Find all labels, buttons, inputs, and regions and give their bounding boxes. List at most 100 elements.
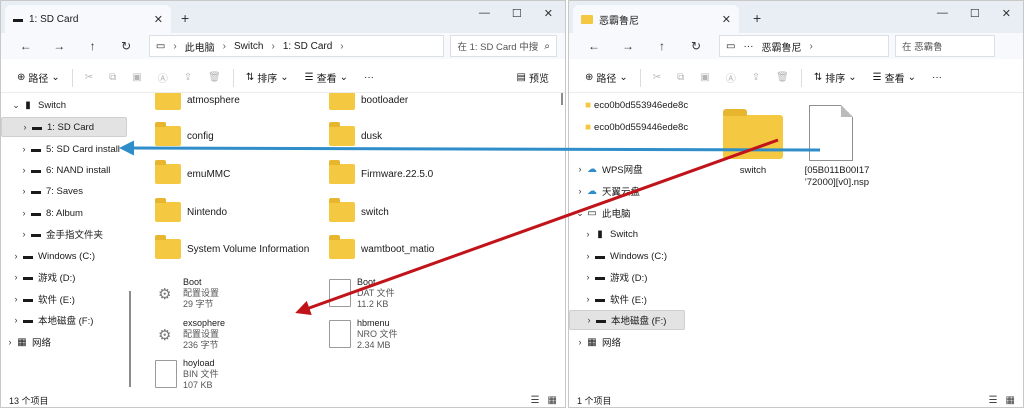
chevron-right-icon[interactable]: › xyxy=(583,251,593,261)
chevron-right-icon[interactable]: › xyxy=(5,337,15,347)
copy-icon[interactable]: ⧉ xyxy=(101,65,124,91)
breadcrumb-overflow[interactable]: ··· xyxy=(743,41,753,52)
file-item[interactable]: hoyload BIN 文件 107 KB xyxy=(155,357,219,391)
maximize-icon[interactable]: ☐ xyxy=(512,7,522,20)
nav-item-3[interactable]: › ☁ 天翼云盘 xyxy=(569,181,685,201)
chevron-right-icon[interactable]: › xyxy=(583,294,593,304)
nav-item-0[interactable]: ⌄ ▮ Switch xyxy=(1,95,127,115)
folder-item[interactable]: wamtboot_matio xyxy=(329,234,434,264)
switch-folder-label[interactable]: switch xyxy=(723,165,783,177)
minimize-icon[interactable]: — xyxy=(937,7,948,20)
folder-item[interactable]: dusk xyxy=(329,121,382,151)
file-item[interactable]: Boot DAT 文件 11.2 KB xyxy=(329,276,395,310)
chevron-right-icon[interactable]: › xyxy=(584,315,594,325)
folder-item[interactable]: emuMMC xyxy=(155,159,230,189)
delete-icon[interactable]: 🗑 xyxy=(768,65,797,91)
chevron-right-icon[interactable]: › xyxy=(11,315,21,325)
chevron-right-icon[interactable]: › xyxy=(19,186,29,196)
chevron-down-icon[interactable]: ⌄ xyxy=(575,208,585,219)
nav-item-1[interactable]: ■ eco0b0d559446ede8c xyxy=(569,117,688,137)
view-button[interactable]: ☰ 查看 ⌄ xyxy=(865,65,924,91)
folder-item[interactable]: Nintendo xyxy=(155,197,227,227)
tab-folder[interactable]: 恶霸鲁尼 ✕ xyxy=(573,5,739,33)
up-icon[interactable]: ↑ xyxy=(76,39,109,53)
tiles-view-icon[interactable]: ▦ xyxy=(1006,395,1015,406)
close-tab-icon[interactable]: ✕ xyxy=(722,13,731,26)
copy-icon[interactable]: ⧉ xyxy=(669,65,692,91)
nav-item-9[interactable]: › ▬ 软件 (E:) xyxy=(1,289,127,309)
nsp-file-icon[interactable] xyxy=(809,105,853,161)
sort-button[interactable]: ⇅ 排序 ⌄ xyxy=(806,65,865,91)
minimize-icon[interactable]: — xyxy=(479,7,490,20)
cut-icon[interactable]: ✂ xyxy=(77,65,101,91)
close-window-icon[interactable]: ✕ xyxy=(1002,7,1011,20)
nav-item-9[interactable]: › ▬ 本地磁盘 (F:) xyxy=(569,310,685,330)
search-input[interactable]: 在 1: SD Card 中搜 ⌕ xyxy=(450,35,557,57)
address-bar[interactable]: ▭ ··· 恶霸鲁尼 › xyxy=(719,35,889,57)
back-icon[interactable]: ← xyxy=(9,39,42,53)
scrollbar[interactable] xyxy=(129,291,131,387)
nav-item-0[interactable]: ■ eco0b0d553946ede8c xyxy=(569,95,688,115)
path-button[interactable]: ⊕ 路径 ⌄ xyxy=(577,65,636,91)
scrollbar[interactable] xyxy=(561,93,563,105)
nav-item-8[interactable]: › ▬ 软件 (E:) xyxy=(569,289,685,309)
folder-item[interactable]: config xyxy=(155,121,214,151)
nav-item-10[interactable]: › ▦ 网络 xyxy=(569,332,685,352)
breadcrumb-this-pc[interactable]: 此电脑 xyxy=(185,39,215,54)
nav-item-4[interactable]: › ▬ 7: Saves xyxy=(1,181,127,201)
chevron-right-icon[interactable]: › xyxy=(19,229,29,239)
folder-item[interactable]: switch xyxy=(329,197,389,227)
nav-item-6[interactable]: › ▬ Windows (C:) xyxy=(569,246,685,266)
maximize-icon[interactable]: ☐ xyxy=(970,7,980,20)
chevron-right-icon[interactable]: › xyxy=(19,144,29,154)
chevron-right-icon[interactable]: › xyxy=(575,164,585,174)
refresh-icon[interactable]: ↻ xyxy=(109,39,142,53)
nsp-file-label[interactable]: [05B011B00I17 '72000][v0].nsp xyxy=(789,165,885,189)
folder-item[interactable]: bootloader xyxy=(329,93,408,115)
folder-item[interactable]: atmosphere xyxy=(155,93,240,115)
tiles-view-icon[interactable]: ▦ xyxy=(548,395,557,406)
nav-item-6[interactable]: › ▬ 金手指文件夹 xyxy=(1,224,127,244)
nav-item-2[interactable]: › ☁ WPS网盘 xyxy=(569,159,685,179)
chevron-right-icon[interactable]: › xyxy=(11,272,21,282)
back-icon[interactable]: ← xyxy=(577,39,611,53)
cut-icon[interactable]: ✂ xyxy=(645,65,669,91)
close-tab-icon[interactable]: ✕ xyxy=(154,13,163,26)
breadcrumb-sd-card[interactable]: 1: SD Card xyxy=(283,41,332,52)
chevron-right-icon[interactable]: › xyxy=(19,165,29,175)
share-icon[interactable]: ⇪ xyxy=(176,65,200,91)
chevron-right-icon[interactable]: › xyxy=(575,186,585,196)
view-button[interactable]: ☰ 查看 ⌄ xyxy=(297,65,356,91)
breadcrumb-folder[interactable]: 恶霸鲁尼 xyxy=(761,39,801,54)
forward-icon[interactable]: → xyxy=(42,39,75,53)
path-button[interactable]: ⊕ 路径 ⌄ xyxy=(9,65,68,91)
chevron-down-icon[interactable]: ⌄ xyxy=(11,100,21,111)
nav-item-2[interactable]: › ▬ 5: SD Card install xyxy=(1,139,127,159)
tab-sd-card[interactable]: ▬ 1: SD Card ✕ xyxy=(5,5,171,33)
folder-item[interactable]: Firmware.22.5.0 xyxy=(329,159,433,189)
nav-item-10[interactable]: › ▬ 本地磁盘 (F:) xyxy=(1,310,127,330)
sort-button[interactable]: ⇅ 排序 ⌄ xyxy=(238,65,297,91)
nav-item-1[interactable]: › ▬ 1: SD Card xyxy=(1,117,127,137)
chevron-right-icon[interactable]: › xyxy=(11,251,21,261)
details-view-icon[interactable]: ☰ xyxy=(531,395,540,406)
chevron-right-icon[interactable]: › xyxy=(11,294,21,304)
switch-folder-icon[interactable] xyxy=(723,109,783,159)
rename-icon[interactable]: Ⓐ xyxy=(718,65,744,91)
nav-item-5[interactable]: › ▬ 8: Album xyxy=(1,203,127,223)
nav-item-11[interactable]: › ▦ 网络 xyxy=(1,332,127,352)
chevron-right-icon[interactable]: › xyxy=(575,337,585,347)
up-icon[interactable]: ↑ xyxy=(645,39,679,53)
details-view-icon[interactable]: ☰ xyxy=(989,395,998,406)
file-item[interactable]: ⚙ Boot 配置设置 29 字节 xyxy=(155,276,219,310)
more-button[interactable]: ··· xyxy=(356,65,382,91)
paste-icon[interactable]: ▣ xyxy=(124,65,149,91)
search-input[interactable]: 在 恶霸鲁 xyxy=(895,35,995,57)
address-bar[interactable]: ▭ › 此电脑 › Switch › 1: SD Card › xyxy=(148,35,445,57)
nav-item-5[interactable]: › ▮ Switch xyxy=(569,224,685,244)
close-window-icon[interactable]: ✕ xyxy=(544,7,553,20)
rename-icon[interactable]: Ⓐ xyxy=(150,65,176,91)
paste-icon[interactable]: ▣ xyxy=(692,65,717,91)
preview-button[interactable]: ▤ 预览 xyxy=(509,65,557,91)
nav-item-4[interactable]: ⌄ ▭ 此电脑 xyxy=(569,203,685,223)
